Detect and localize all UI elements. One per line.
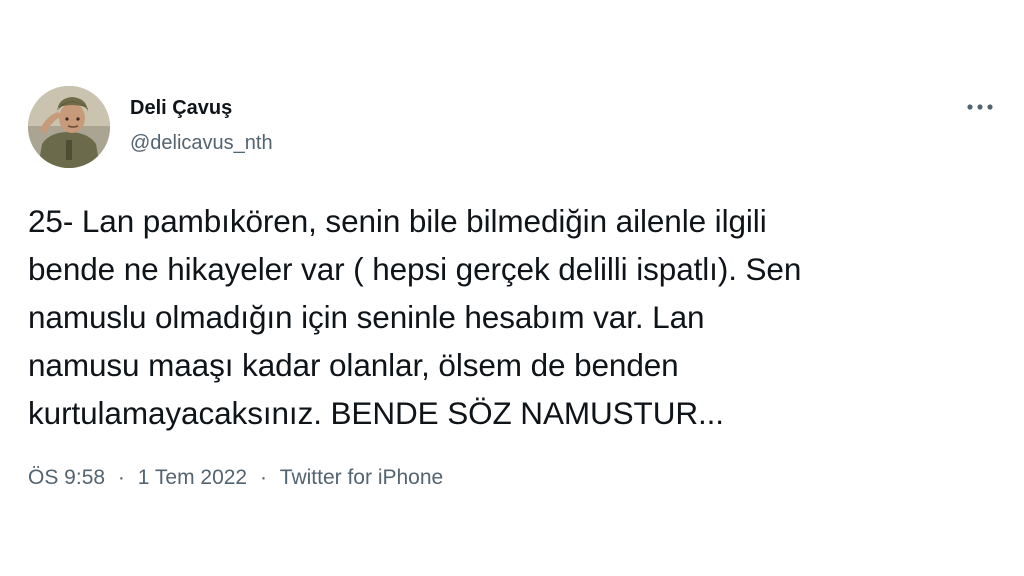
tweet-text-line: 25- Lan pambıkören, senin bile bilmediği… xyxy=(28,203,767,239)
tweet-time[interactable]: ÖS 9:58 xyxy=(28,466,105,490)
tweet-text: 25- Lan pambıkören, senin bile bilmediği… xyxy=(28,197,1008,437)
tweet-text-line: kurtulamayacaksınız. BENDE SÖZ NAMUSTUR.… xyxy=(28,395,724,431)
tweet-card: Deli Çavuş @delicavus_nth 25- Lan pambık… xyxy=(0,0,1024,576)
more-options-button[interactable] xyxy=(958,92,1002,122)
avatar-image xyxy=(28,86,110,168)
avatar[interactable] xyxy=(28,86,110,168)
meta-separator: · xyxy=(259,466,267,489)
more-horizontal-icon xyxy=(967,104,993,110)
tweet-text-line: namuslu olmadığın için seninle hesabım v… xyxy=(28,299,705,335)
user-handle[interactable]: @delicavus_nth xyxy=(130,132,273,155)
display-name[interactable]: Deli Çavuş xyxy=(130,97,232,120)
tweet-source[interactable]: Twitter for iPhone xyxy=(280,466,443,490)
tweet-meta: ÖS 9:58 · 1 Tem 2022 · Twitter for iPhon… xyxy=(28,466,443,490)
tweet-text-line: bende ne hikayeler var ( hepsi gerçek de… xyxy=(28,251,802,287)
tweet-text-line: namusu maaşı kadar olanlar, ölsem de ben… xyxy=(28,347,679,383)
meta-separator: · xyxy=(117,466,125,489)
tweet-date[interactable]: 1 Tem 2022 xyxy=(138,466,247,490)
